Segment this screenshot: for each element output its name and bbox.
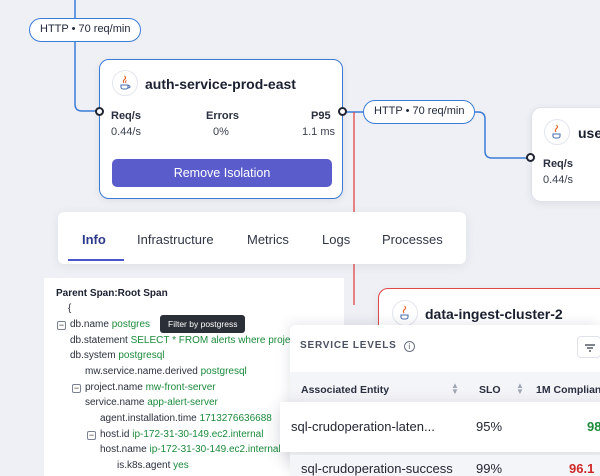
tree-item[interactable]: db.statement SELECT * FROM alerts where … [70, 335, 298, 346]
edge-label-top[interactable]: HTTP • 70 req/min [29, 18, 142, 42]
metric-reqs-value: 0.44/s [543, 174, 573, 186]
tree-item[interactable]: db.system postgresql [70, 350, 165, 361]
slo-cell: 99% [476, 461, 503, 476]
filter-icon[interactable] [577, 336, 600, 358]
java-icon [392, 300, 418, 326]
open-brace: { [68, 303, 72, 314]
node-title: user [578, 125, 600, 141]
metric-reqs-label: Req/s [543, 158, 573, 170]
entity-cell[interactable]: sql-crudoperation-success [301, 461, 453, 476]
tab-info[interactable]: Info [82, 232, 106, 247]
slo-cell: 95% [476, 419, 503, 434]
metric-errors-label: Errors [206, 110, 240, 122]
column-header-slo[interactable]: SLO [479, 384, 501, 396]
column-header-compliance[interactable]: 1M Complianc [536, 384, 600, 396]
node-title: auth-service-prod-east [145, 76, 296, 92]
node-title: data-ingest-cluster-2 [425, 306, 563, 322]
metric-reqs-label: Req/s [111, 110, 141, 122]
edge-label-auth-to-user[interactable]: HTTP • 70 req/min [363, 100, 476, 124]
collapse-toggle[interactable]: − [57, 321, 66, 330]
remove-isolation-button[interactable]: Remove Isolation [112, 159, 332, 187]
service-levels-panel: SERVICE LEVELS i Associated Entity ▲ ▼ SL… [290, 325, 600, 476]
active-tab-indicator [68, 259, 124, 261]
tab-metrics[interactable]: Metrics [247, 232, 289, 247]
service-levels-title: SERVICE LEVELS i [300, 340, 416, 352]
filter-tooltip: Filter by postgress [160, 315, 246, 333]
sort-icon[interactable]: ▲ ▼ [516, 382, 524, 396]
metric-reqs-value: 0.44/s [111, 126, 141, 138]
auth-output-port[interactable] [338, 107, 347, 116]
tree-item[interactable]: host.id ip-172-31-30-149.ec2.internal [100, 429, 263, 440]
column-header-entity[interactable]: Associated Entity [301, 384, 389, 396]
metric-p95-value: 1.1 ms [302, 126, 336, 138]
collapse-toggle[interactable]: − [72, 384, 81, 393]
tab-logs[interactable]: Logs [322, 232, 350, 247]
compliance-cell: 96.1 [569, 461, 595, 476]
user-input-port[interactable] [526, 153, 535, 162]
detail-tabs: Info Infrastructure Metrics Logs Process… [58, 212, 466, 264]
tree-item[interactable]: project.name mw-front-server [85, 382, 216, 393]
compliance-cell: 98 [587, 419, 600, 434]
info-icon[interactable]: i [404, 341, 416, 352]
auth-service-node[interactable]: auth-service-prod-east Req/s 0.44/s Erro… [99, 59, 343, 199]
table-row[interactable]: sql-crudoperation-success 99% 96.1 [290, 455, 600, 476]
tab-infrastructure[interactable]: Infrastructure [137, 232, 214, 247]
java-icon [544, 119, 570, 145]
tree-item[interactable]: mw.service.name.derived postgresql [85, 366, 247, 377]
tree-item[interactable]: agent.installation.time 1713276636688 [100, 413, 272, 424]
user-service-node[interactable]: user Req/s 0.44/s [531, 107, 600, 202]
java-icon [112, 70, 138, 96]
entity-cell[interactable]: sql-crudoperation-laten... [291, 419, 435, 434]
tree-item[interactable]: db.name postgres [70, 319, 150, 330]
tree-item[interactable]: is.k8s.agent yes [117, 460, 189, 471]
tree-item[interactable]: host.name ip-172-31-30-149.ec2.internal [100, 444, 281, 455]
metric-errors-value: 0% [213, 126, 229, 138]
auth-input-port[interactable] [95, 107, 104, 116]
sort-icon[interactable]: ▲ ▼ [451, 382, 459, 396]
tree-item[interactable]: service.name app-alert-server [85, 397, 218, 408]
tab-processes[interactable]: Processes [382, 232, 443, 247]
metric-p95-label: P95 [311, 110, 331, 122]
collapse-toggle[interactable]: − [87, 431, 96, 440]
span-tree-header: Parent Span:Root Span [56, 288, 168, 299]
table-row-highlighted[interactable]: sql-crudoperation-laten... 95% 98 [280, 402, 600, 452]
